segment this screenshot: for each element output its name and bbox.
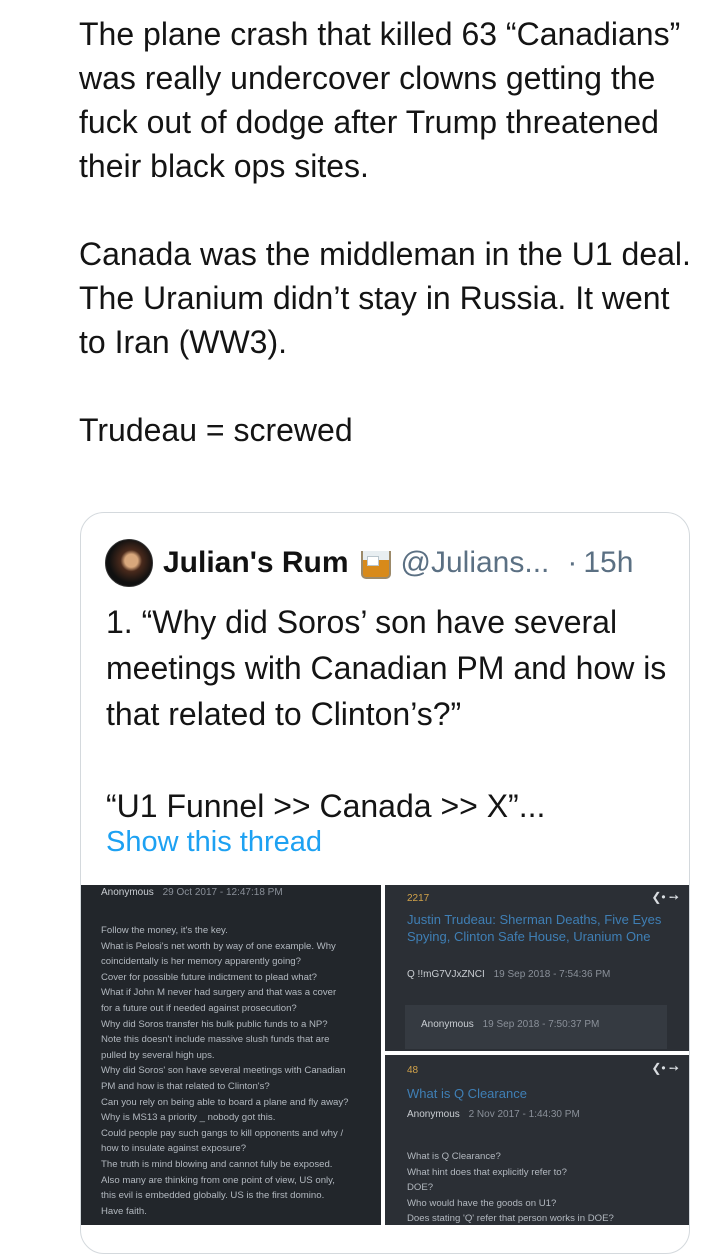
post-meta: Q !!mG7VJxZNCI 19 Sep 2018 - 7:54:36 PM xyxy=(407,969,610,980)
post-line: Why did Soros transfer his bulk public f… xyxy=(101,1018,328,1030)
avatar[interactable] xyxy=(105,539,153,587)
post-number: 2217 xyxy=(407,893,430,904)
post-line: PM and how is that related to Clinton's? xyxy=(101,1080,270,1092)
post-line: coincidentally is her memory apparently … xyxy=(101,956,301,968)
post-line: What if John M never had surgery and tha… xyxy=(101,987,337,999)
show-thread-link[interactable]: Show this thread xyxy=(106,826,322,859)
post-line: Follow the money, it's the key. xyxy=(101,925,228,936)
post-date: 19 Sep 2018 - 7:54:36 PM xyxy=(493,969,611,980)
quoted-paragraph: “U1 Funnel >> Canada >> X”... xyxy=(106,788,546,824)
post-title: Justin Trudeau: Sherman Deaths, Five Eye… xyxy=(407,912,662,944)
display-name[interactable]: Julian's Rum xyxy=(163,546,349,580)
post-line: Have faith. xyxy=(101,1205,147,1217)
share-icon: ❮• ➙ xyxy=(651,1061,679,1075)
post-text: Follow the money, it's the key. What is … xyxy=(101,923,348,1219)
media-image-right-top[interactable]: 2217 ❮• ➙ Justin Trudeau: Sherman Deaths… xyxy=(385,885,689,1051)
sub-post-author: Anonymous xyxy=(421,1019,474,1030)
quoted-tweet-header: Julian's Rum @Julians... · 15h xyxy=(105,539,685,587)
media-grid: Anonymous 29 Oct 2017 - 12:47:18 PM Foll… xyxy=(81,885,689,1225)
quoted-sub-post: Anonymous 19 Sep 2018 - 7:50:37 PM xyxy=(405,1005,667,1049)
user-handle[interactable]: @Julians... xyxy=(401,546,550,580)
post-line: pulled by several high ups. xyxy=(101,1049,215,1061)
post-line: Cover for possible future indictment to … xyxy=(101,971,317,983)
post-number: 48 xyxy=(407,1065,419,1076)
post-meta: Anonymous 2 Nov 2017 - 1:44:30 PM xyxy=(407,1109,580,1120)
tweet-paragraph: The plane crash that killed 63 “Canadian… xyxy=(79,16,681,184)
post-line: Why did Soros' son have several meetings… xyxy=(101,1065,346,1077)
post-line: Note this doesn't include massive slush … xyxy=(101,1034,330,1046)
post-date: 29 Oct 2017 - 12:47:18 PM xyxy=(162,887,283,898)
post-line: this evil is embedded globally. US is th… xyxy=(101,1190,325,1202)
tweet-paragraph: Canada was the middleman in the U1 deal.… xyxy=(79,236,691,360)
post-line: What hint does that explicitly refer to? xyxy=(407,1166,567,1178)
post-line: Also many are thinking from one point of… xyxy=(101,1174,335,1186)
quoted-paragraph: 1. “Why did Soros’ son have several meet… xyxy=(106,604,667,732)
quoted-tweet-card[interactable]: Julian's Rum @Julians... · 15h 1. “Why d… xyxy=(80,512,690,1254)
sub-post-date: 19 Sep 2018 - 7:50:37 PM xyxy=(482,1019,600,1030)
post-line: Who would have the goods on U1? xyxy=(407,1197,557,1209)
post-line: Can you rely on being able to board a pl… xyxy=(101,1096,349,1108)
separator-dot: · xyxy=(567,546,578,579)
tumbler-glass-icon xyxy=(360,548,391,579)
share-icon: ❮• ➙ xyxy=(651,890,679,904)
post-line: Why is MS13 a priority _ nobody got this… xyxy=(101,1112,276,1124)
media-image-right-bottom[interactable]: 48 ❮• ➙ What is Q Clearance Anonymous 2 … xyxy=(385,1055,689,1225)
post-trip: Q !!mG7VJxZNCI xyxy=(407,969,485,980)
post-line: What is Pelosi's net worth by way of one… xyxy=(101,940,336,952)
post-line: Could people pay such gangs to kill oppo… xyxy=(101,1127,344,1139)
post-author: Anonymous xyxy=(407,1109,460,1120)
sub-post-meta: Anonymous 19 Sep 2018 - 7:50:37 PM xyxy=(421,1019,599,1030)
tweet-paragraph: Trudeau = screwed xyxy=(79,412,353,448)
post-text: What is Q Clearance? What hint does that… xyxy=(407,1149,614,1225)
post-line: for a future out if needed against prose… xyxy=(101,1002,297,1014)
post-line: The truth is mind blowing and cannot ful… xyxy=(101,1158,333,1170)
post-meta: Anonymous 29 Oct 2017 - 12:47:18 PM xyxy=(101,887,283,898)
tweet-text: The plane crash that killed 63 “Canadian… xyxy=(79,12,694,496)
post-date: 2 Nov 2017 - 1:44:30 PM xyxy=(468,1109,580,1120)
post-title: What is Q Clearance xyxy=(407,1086,527,1101)
post-line: What is Q Clearance? xyxy=(407,1151,501,1162)
post-line: how to insulate against exposure? xyxy=(101,1143,247,1155)
post-line: DOE? xyxy=(407,1182,434,1194)
timestamp[interactable]: 15h xyxy=(583,546,633,580)
media-image-left[interactable]: Anonymous 29 Oct 2017 - 12:47:18 PM Foll… xyxy=(81,885,381,1225)
post-author: Anonymous xyxy=(101,887,154,898)
